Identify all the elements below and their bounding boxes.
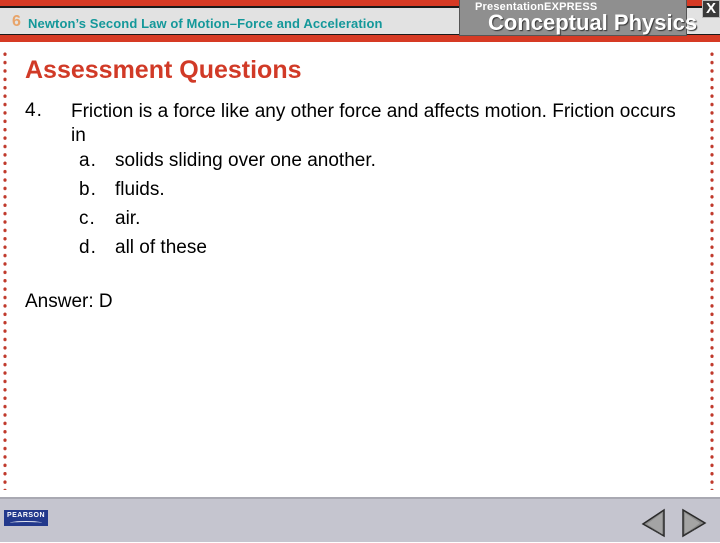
previous-slide-button[interactable] [640,508,668,538]
choice-letter: c. [79,208,96,229]
chapter-number: 6 [12,13,21,30]
question-text: Friction is a force like any other force… [71,101,676,146]
next-arrow-icon [682,508,707,538]
brand-logo: PresentationEXPRESS Conceptual Physics [459,0,697,36]
close-icon: X [705,0,716,17]
choice-item: c. air. [79,208,479,237]
question-number: 4. [25,100,43,121]
pearson-logo-text: PEARSON [6,512,46,519]
pearson-swoosh-icon [10,521,42,525]
slide-title: Assessment Questions [25,56,302,84]
choice-item: b. fluids. [79,179,479,208]
previous-arrow-icon [641,508,665,538]
choice-text: air. [115,208,141,229]
dotted-border-left [3,50,7,490]
next-slide-button[interactable] [680,508,708,538]
brand-product-name: Conceptual Physics [488,10,698,35]
choice-text: fluids. [115,179,165,200]
pearson-logo[interactable]: PEARSON [4,510,48,526]
choice-letter: d. [79,237,97,258]
choice-text: solids sliding over one another. [115,150,376,171]
choice-letter: b. [79,179,97,200]
header-bar: 6 Newton’s Second Law of Motion–Force an… [0,0,720,42]
chapter-title: Newton’s Second Law of Motion–Force and … [28,16,383,31]
header-red-stripe-bottom [0,35,720,42]
dotted-border-right [710,50,714,490]
answer-text: Answer: D [25,291,113,312]
choice-list: a. solids sliding over one another. b. f… [79,150,479,266]
choice-letter: a. [79,150,97,171]
choice-item: d. all of these [79,237,479,266]
choice-item: a. solids sliding over one another. [79,150,479,179]
close-button[interactable]: X [702,0,720,18]
choice-text: all of these [115,237,207,258]
footer-bar: PEARSON [0,497,720,542]
